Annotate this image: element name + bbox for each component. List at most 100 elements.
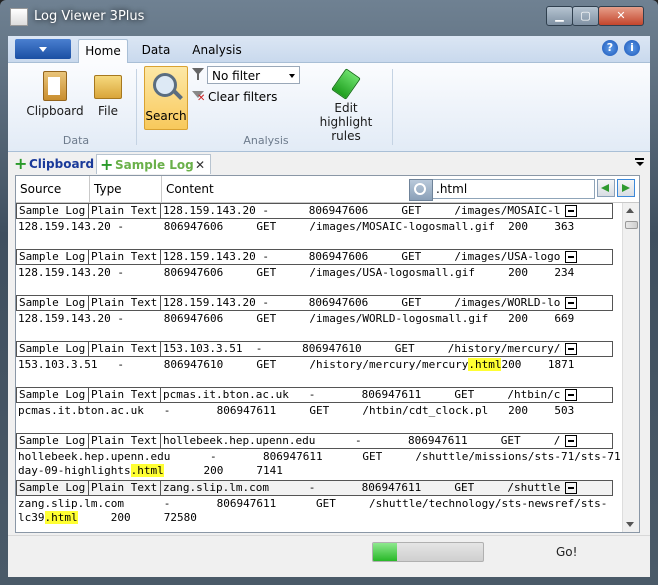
edit-highlight-line2: highlight rules — [319, 115, 373, 143]
scrollbar-thumb[interactable] — [625, 221, 638, 229]
entry-type: Plain Text — [89, 296, 161, 310]
collapse-icon[interactable] — [565, 482, 577, 494]
search-highlight: .html — [44, 511, 78, 524]
entry-header[interactable]: Sample Log Plain Text hollebeek.hep.upen… — [16, 433, 613, 449]
entry-header[interactable]: Sample Log Plain Text 128.159.143.20 - 8… — [16, 203, 613, 219]
entry-content: 153.103.3.51 - 806947610 GET /history/me… — [163, 342, 561, 355]
entry-body-text: hollebeek.hep.upenn.edu - 806947611 GET … — [18, 450, 621, 463]
close-button[interactable]: ✕ — [598, 6, 644, 26]
entry-body-text: 200 72580 — [77, 511, 197, 524]
column-header-type[interactable]: Type — [90, 176, 162, 202]
folder-icon — [94, 75, 122, 99]
search-highlight: .html — [130, 464, 164, 477]
collapse-icon[interactable] — [565, 343, 577, 355]
plus-icon: + — [14, 154, 28, 173]
entry-body: 128.159.143.20 - 806947606 GET /images/U… — [18, 266, 575, 279]
scroll-down-icon[interactable] — [626, 522, 634, 527]
filter-icon — [192, 68, 204, 80]
file-button[interactable]: File — [88, 67, 128, 118]
entry-type: Plain Text — [89, 434, 161, 448]
entry-body: pcmas.it.bton.ac.uk - 806947611 GET /htb… — [18, 404, 575, 417]
application-menu-button[interactable] — [15, 39, 71, 59]
entry-source: Sample Log — [17, 481, 89, 495]
column-header-content[interactable]: Content — [162, 176, 402, 202]
entry-header[interactable]: Sample Log Plain Text zang.slip.lm.com -… — [16, 480, 613, 496]
data-group-label: Data — [62, 134, 90, 147]
entry-source: Sample Log — [17, 434, 89, 448]
tab-analysis[interactable]: Analysis — [186, 39, 248, 62]
clear-filters-button[interactable]: Clear filters — [208, 90, 277, 104]
document-tab-bar: + Clipboard + Sample Log ✕ — [8, 153, 650, 175]
status-bar: Go! — [8, 535, 650, 570]
entry-type: Plain Text — [89, 250, 161, 264]
scroll-up-icon[interactable] — [626, 208, 634, 213]
entry-content: zang.slip.lm.com - 806947611 GET /shuttl… — [163, 481, 561, 494]
title-bar[interactable]: Log Viewer 3Plus ▁ ▢ ✕ — [0, 0, 658, 34]
log-entry-list[interactable]: Sample Log Plain Text 128.159.143.20 - 8… — [16, 203, 621, 532]
info-icon[interactable]: i — [624, 40, 640, 56]
entry-type: Plain Text — [89, 388, 161, 402]
clipboard-button[interactable]: Clipboard — [22, 67, 88, 118]
clear-filter-icon[interactable] — [192, 91, 205, 104]
tab-home[interactable]: Home — [78, 39, 128, 63]
entry-source: Sample Log — [17, 342, 89, 356]
help-icon[interactable]: ? — [602, 40, 618, 56]
ribbon-panel: Clipboard File Data Search No filter Cle… — [8, 63, 650, 152]
filter-select[interactable]: No filter — [207, 66, 300, 84]
search-box — [409, 179, 595, 201]
entry-body: hollebeek.hep.upenn.edu - 806947611 GET … — [18, 450, 621, 478]
entry-body-text: day-09-highlights — [18, 464, 131, 477]
edit-highlight-rules-button[interactable]: Edit highlight rules — [304, 67, 388, 143]
next-match-button[interactable] — [617, 179, 635, 197]
chevron-down-icon — [289, 74, 295, 78]
ribbon-tab-bar: Home Data Analysis ? i — [8, 36, 650, 63]
entry-content: pcmas.it.bton.ac.uk - 806947611 GET /htb… — [163, 388, 561, 401]
collapse-icon[interactable] — [565, 389, 577, 401]
collapse-icon[interactable] — [565, 205, 577, 217]
entry-header[interactable]: Sample Log Plain Text 128.159.143.20 - 8… — [16, 249, 613, 265]
entry-body: zang.slip.lm.com - 806947611 GET /shuttl… — [18, 497, 614, 525]
window-title: Log Viewer 3Plus — [34, 9, 145, 24]
minimize-button[interactable]: ▁ — [546, 6, 573, 26]
tab-data[interactable]: Data — [136, 39, 176, 62]
vertical-scrollbar[interactable] — [622, 203, 639, 532]
collapse-icon[interactable] — [565, 297, 577, 309]
entry-source: Sample Log — [17, 204, 89, 218]
app-icon — [10, 8, 28, 26]
search-icon — [153, 73, 177, 97]
close-tab-icon[interactable]: ✕ — [195, 155, 205, 175]
search-input[interactable] — [436, 181, 586, 197]
entry-header[interactable]: Sample Log Plain Text 128.159.143.20 - 8… — [16, 295, 613, 311]
edit-highlight-line1: Edit — [334, 101, 358, 115]
log-panel: Source Type Content Sample Log Plain Tex… — [15, 175, 640, 533]
collapse-icon[interactable] — [565, 251, 577, 263]
entry-type: Plain Text — [89, 481, 161, 495]
entry-content: 128.159.143.20 - 806947606 GET /images/W… — [163, 296, 561, 309]
progress-bar — [372, 542, 484, 562]
maximize-button[interactable]: ▢ — [572, 6, 599, 26]
entry-body-text: lc39 — [18, 511, 45, 524]
doc-tab-label: Sample Log — [115, 158, 194, 172]
column-header-source[interactable]: Source — [16, 176, 90, 202]
entry-header[interactable]: Sample Log Plain Text 153.103.3.51 - 806… — [16, 341, 613, 357]
search-button[interactable]: Search — [144, 66, 188, 130]
client-area: Home Data Analysis ? i Clipboard File Da… — [8, 36, 650, 577]
doc-tab-sample-log[interactable]: + Sample Log ✕ — [96, 154, 211, 174]
file-label: File — [97, 104, 119, 118]
doc-tab-clipboard[interactable]: + Clipboard — [11, 154, 95, 174]
clipboard-label: Clipboard — [26, 104, 84, 118]
entry-body-text: 200 1871 — [501, 358, 575, 371]
entry-content: 128.159.143.20 - 806947606 GET /images/U… — [163, 250, 561, 263]
search-icon — [409, 179, 433, 201]
tab-overflow-icon[interactable] — [635, 158, 644, 167]
column-header-bar: Source Type Content — [16, 176, 639, 203]
entry-body-text: zang.slip.lm.com - 806947611 GET /shuttl… — [18, 497, 608, 510]
entry-header[interactable]: Sample Log Plain Text pcmas.it.bton.ac.u… — [16, 387, 613, 403]
app-window: Log Viewer 3Plus ▁ ▢ ✕ Home Data Analysi… — [0, 0, 658, 585]
collapse-icon[interactable] — [565, 435, 577, 447]
plus-icon: + — [100, 155, 114, 174]
previous-match-button[interactable] — [597, 179, 615, 197]
group-separator — [392, 69, 393, 145]
entry-body: 153.103.3.51 - 806947610 GET /history/me… — [18, 358, 614, 372]
entry-body: 128.159.143.20 - 806947606 GET /images/M… — [18, 220, 575, 233]
